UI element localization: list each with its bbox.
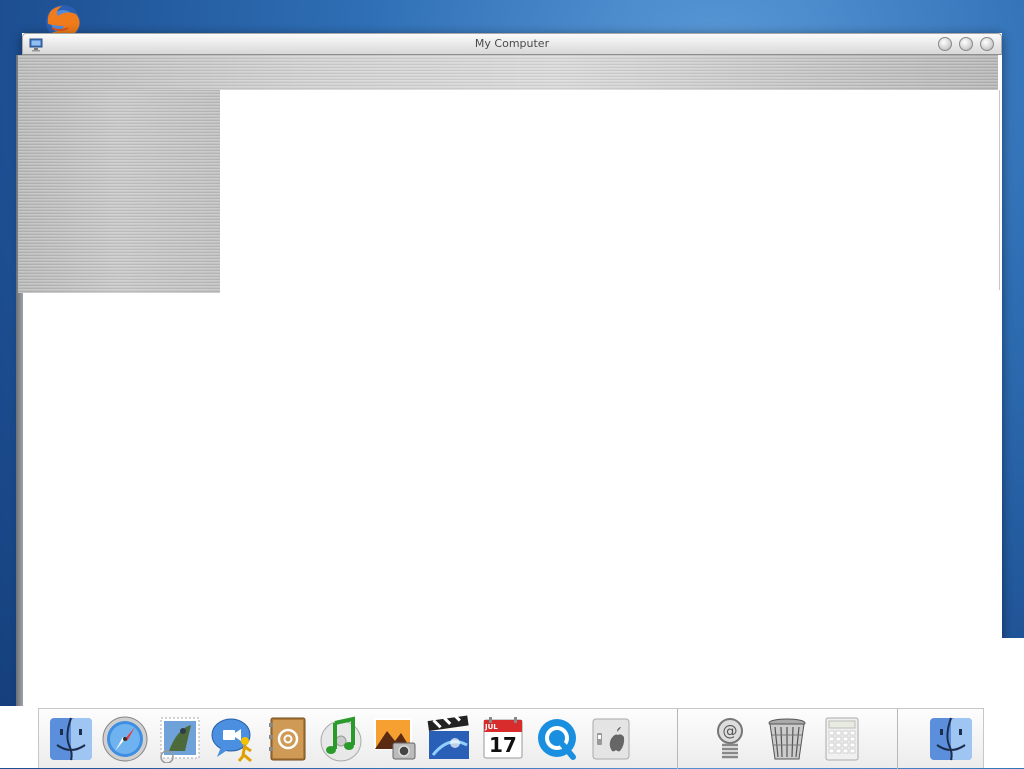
quicktime-icon[interactable] xyxy=(531,713,583,765)
minimize-button[interactable] xyxy=(938,37,952,51)
ical-icon[interactable]: JUL 17 xyxy=(477,713,529,765)
close-button[interactable] xyxy=(980,37,994,51)
my-computer-window: My Computer xyxy=(16,33,1002,723)
dock-separator xyxy=(897,709,898,769)
maximize-button[interactable] xyxy=(959,37,973,51)
internet-connect-icon[interactable]: @ xyxy=(704,713,756,765)
safari-icon[interactable] xyxy=(99,713,151,765)
imovie-icon[interactable] xyxy=(423,713,475,765)
finder-icon[interactable] xyxy=(45,713,97,765)
mail-icon[interactable] xyxy=(153,713,205,765)
firefox-icon[interactable] xyxy=(40,2,86,39)
ical-month: JUL xyxy=(485,723,498,731)
sidebar-panel xyxy=(18,90,220,293)
svg-text:@: @ xyxy=(723,722,738,740)
title-bar[interactable]: My Computer xyxy=(22,33,1002,55)
ical-day: 17 xyxy=(489,733,517,757)
itunes-icon[interactable] xyxy=(315,713,367,765)
finder-right-icon[interactable] xyxy=(925,713,977,765)
trash-icon[interactable] xyxy=(761,713,813,765)
calculator-icon[interactable] xyxy=(816,713,868,765)
window-title: My Computer xyxy=(474,37,550,50)
system-preferences-icon[interactable] xyxy=(585,713,637,765)
ichat-icon[interactable] xyxy=(207,713,259,765)
content-area[interactable] xyxy=(220,90,1002,723)
iphoto-icon[interactable] xyxy=(369,713,421,765)
dock: JUL 17 @ xyxy=(38,708,984,769)
blank-region xyxy=(1000,638,1024,708)
dock-separator xyxy=(677,709,678,769)
toolbar-area xyxy=(18,55,998,90)
address-book-icon[interactable] xyxy=(261,713,313,765)
scrollbar-edge xyxy=(999,90,1000,290)
